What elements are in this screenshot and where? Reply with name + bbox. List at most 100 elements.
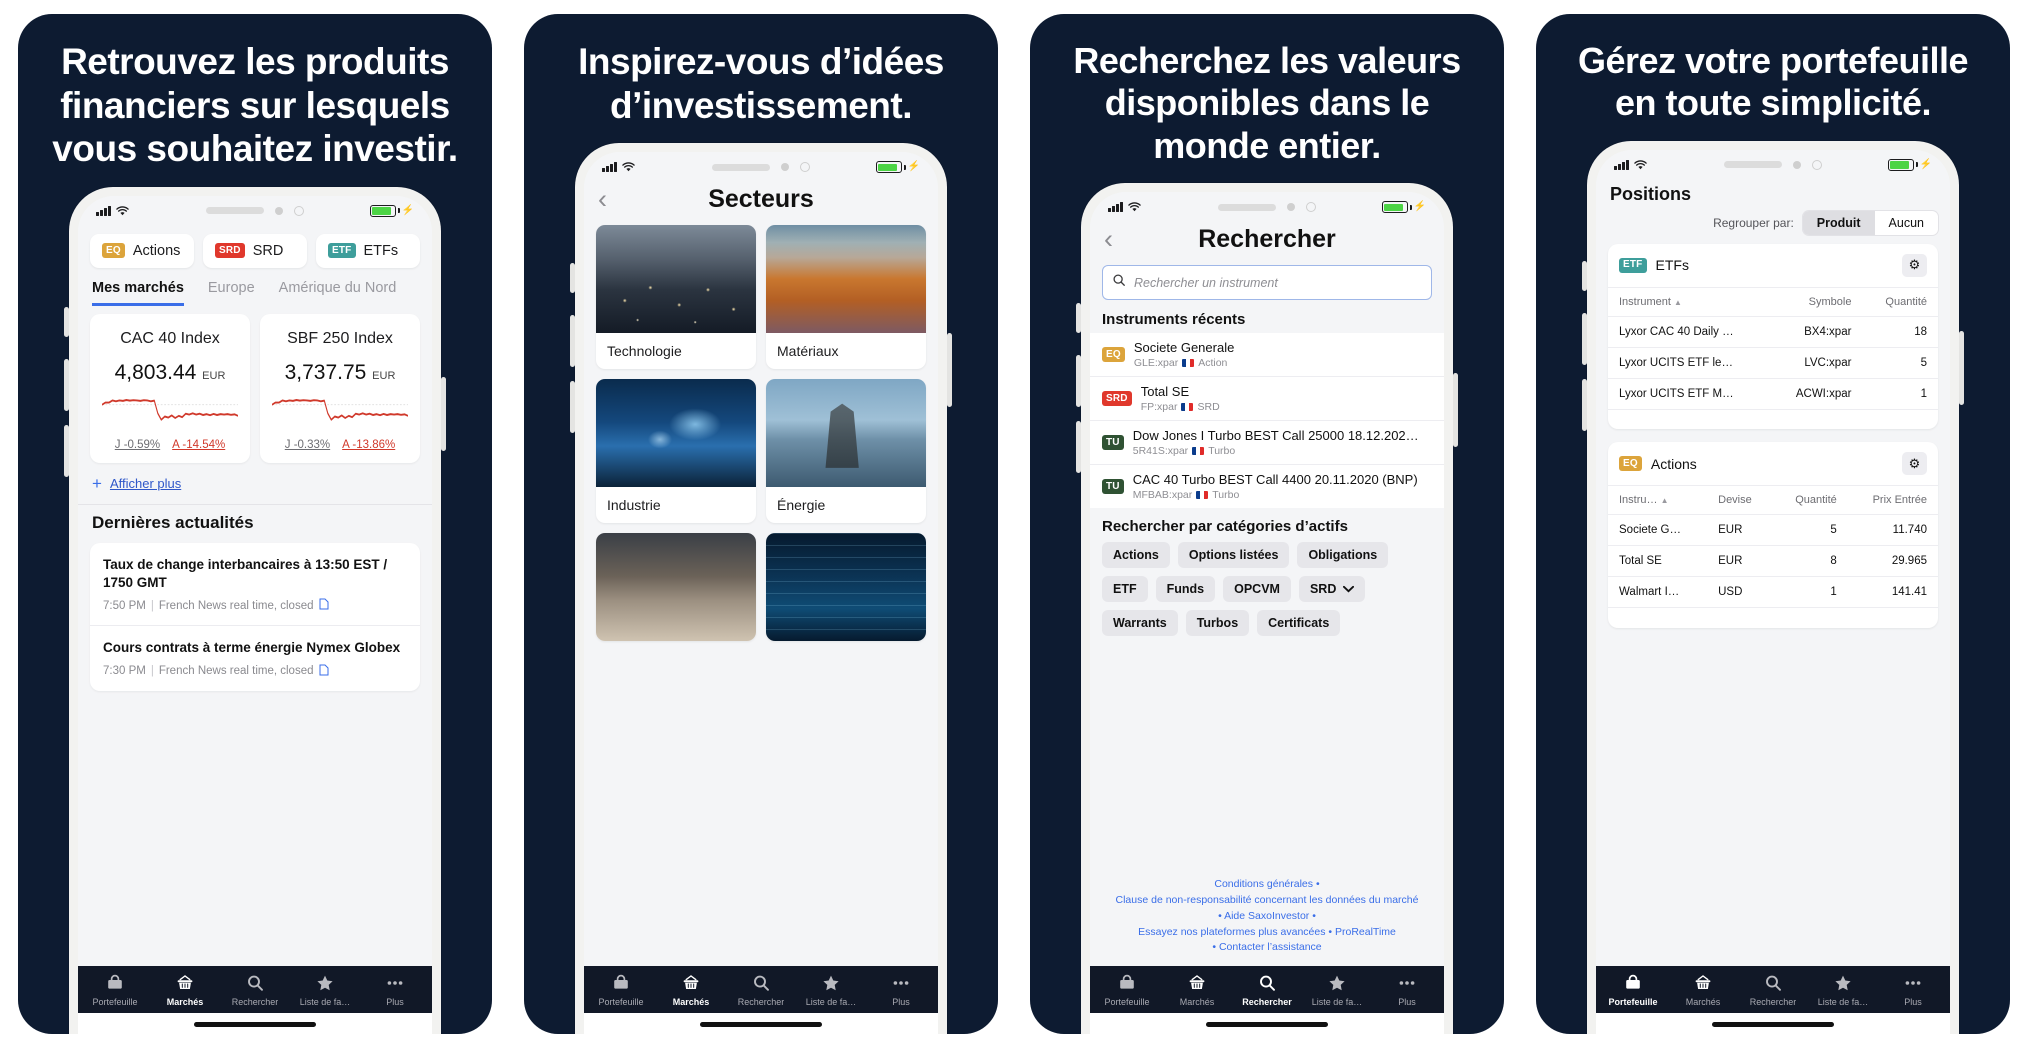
chip-certificats[interactable]: Certificats bbox=[1257, 610, 1341, 637]
search-box[interactable] bbox=[1102, 265, 1432, 301]
tabbar-item-star[interactable]: Liste de fa… bbox=[1808, 973, 1878, 1007]
result-item[interactable]: SRD Total SE FP:xpar SRD bbox=[1090, 376, 1444, 420]
tabbar-item-basket[interactable]: Marchés bbox=[656, 973, 726, 1007]
category-chip-actions[interactable]: EQ Actions bbox=[90, 233, 194, 268]
index-card[interactable]: SBF 250 Index 3,737.75 EUR J -0.33% A -13.8… bbox=[260, 313, 420, 463]
sector-card[interactable]: Technologie bbox=[596, 225, 756, 370]
tabbar-item-basket[interactable]: Marchés bbox=[1668, 973, 1738, 1007]
news-item[interactable]: Cours contrats à terme énergie Nymex Glo… bbox=[90, 625, 420, 691]
device-side-button[interactable] bbox=[64, 358, 69, 411]
device-side-button[interactable] bbox=[570, 315, 575, 368]
footer-link-prorealtime[interactable]: ProRealTime bbox=[1335, 926, 1396, 938]
tabbar-item-briefcase[interactable]: Portefeuille bbox=[1092, 973, 1162, 1007]
category-chip-srd[interactable]: SRD SRD bbox=[203, 233, 307, 268]
device-side-button[interactable] bbox=[1582, 378, 1587, 431]
device-side-button[interactable] bbox=[1959, 330, 1964, 405]
gear-icon[interactable]: ⚙ bbox=[1902, 452, 1927, 476]
show-more-link[interactable]: Afficher plus bbox=[110, 476, 181, 491]
tabbar-item-basket[interactable]: Marchés bbox=[150, 973, 220, 1007]
tabbar-item-more[interactable]: Plus bbox=[1878, 973, 1948, 1007]
device-side-button[interactable] bbox=[64, 306, 69, 337]
chip-etf[interactable]: ETF bbox=[1102, 576, 1148, 603]
device-side-button[interactable] bbox=[1453, 373, 1458, 448]
tabbar-item-briefcase[interactable]: Portefeuille bbox=[586, 973, 656, 1007]
table-row[interactable]: Walmart I… USD 1 141.41 bbox=[1608, 576, 1938, 608]
chip-turbos[interactable]: Turbos bbox=[1185, 610, 1250, 637]
device-side-button[interactable] bbox=[570, 263, 575, 294]
chip-opcvm[interactable]: OPCVM bbox=[1223, 576, 1291, 603]
tabbar-item-briefcase[interactable]: Portefeuille bbox=[80, 973, 150, 1007]
tabbar-item-more[interactable]: Plus bbox=[1372, 973, 1442, 1007]
chip-warrants[interactable]: Warrants bbox=[1102, 610, 1178, 637]
table-row[interactable]: Societe G… EUR 5 11.740 bbox=[1608, 514, 1938, 546]
sector-card[interactable]: Énergie bbox=[766, 379, 926, 524]
cell: 11.740 bbox=[1847, 514, 1938, 546]
group-by-option-produit[interactable]: Produit bbox=[1802, 210, 1875, 235]
device-side-button[interactable] bbox=[1076, 355, 1081, 408]
tabbar-item-more[interactable]: Plus bbox=[360, 973, 430, 1007]
column-header-instru[interactable]: Instru… ▲ bbox=[1608, 485, 1708, 515]
tabbar-item-star[interactable]: Liste de fa… bbox=[290, 973, 360, 1007]
market-tab-mes-marchés[interactable]: Mes marchés bbox=[92, 280, 184, 306]
tabbar-item-star[interactable]: Liste de fa… bbox=[1302, 973, 1372, 1007]
column-header-quantit[interactable]: Quantité bbox=[1862, 286, 1938, 317]
device-side-button[interactable] bbox=[570, 381, 575, 434]
table-row[interactable]: Lyxor UCITS ETF M… ACWI:xpar 1 bbox=[1608, 377, 1938, 410]
show-more-row[interactable]: + Afficher plus bbox=[78, 465, 432, 504]
gear-icon[interactable]: ⚙ bbox=[1902, 253, 1927, 277]
search-input[interactable] bbox=[1134, 275, 1422, 290]
table-row[interactable]: Lyxor CAC 40 Daily … BX4:xpar 18 bbox=[1608, 315, 1938, 348]
home-indicator[interactable] bbox=[1206, 1022, 1328, 1027]
chip-actions[interactable]: Actions bbox=[1102, 542, 1170, 569]
tabbar-item-search[interactable]: Rechercher bbox=[1738, 973, 1808, 1007]
tabbar-item-search[interactable]: Rechercher bbox=[1232, 973, 1302, 1007]
tabbar-item-search[interactable]: Rechercher bbox=[220, 973, 290, 1007]
chip-obligations[interactable]: Obligations bbox=[1297, 542, 1389, 569]
home-indicator[interactable] bbox=[1712, 1022, 1834, 1027]
device-side-button[interactable] bbox=[441, 376, 446, 451]
sector-card[interactable]: Industrie bbox=[596, 379, 756, 524]
footer-link-disclaimer[interactable]: Clause de non-responsabilité concernant … bbox=[1116, 894, 1419, 906]
back-chevron-icon[interactable]: ‹ bbox=[598, 186, 607, 213]
tabbar-item-briefcase[interactable]: Portefeuille bbox=[1598, 973, 1668, 1007]
home-indicator[interactable] bbox=[700, 1022, 822, 1027]
device-side-button[interactable] bbox=[64, 424, 69, 477]
sector-card[interactable]: Matériaux bbox=[766, 225, 926, 370]
device-side-button[interactable] bbox=[1076, 303, 1081, 334]
footer-link-support[interactable]: Contacter l’assistance bbox=[1219, 941, 1322, 953]
news-item[interactable]: Taux de change interbancaires à 13:50 ES… bbox=[90, 543, 420, 625]
device-side-button[interactable] bbox=[1076, 421, 1081, 474]
chip-srd[interactable]: SRD bbox=[1298, 576, 1366, 603]
table-row[interactable]: Total SE EUR 8 29.965 bbox=[1608, 545, 1938, 577]
column-header-devise[interactable]: Devise bbox=[1707, 485, 1773, 515]
market-tab-europe[interactable]: Europe bbox=[208, 280, 255, 306]
device-side-button[interactable] bbox=[1582, 312, 1587, 365]
result-item[interactable]: TU CAC 40 Turbo BEST Call 4400 20.11.2020… bbox=[1090, 464, 1444, 508]
column-header-symbole[interactable]: Symbole bbox=[1770, 286, 1863, 317]
index-card[interactable]: CAC 40 Index 4,803.44 EUR J -0.59% A -14.54… bbox=[90, 313, 250, 463]
footer-link-platforms[interactable]: Essayez nos plateformes plus avancées bbox=[1138, 926, 1325, 938]
sector-card[interactable] bbox=[766, 533, 926, 642]
chip-options-listées[interactable]: Options listées bbox=[1177, 542, 1290, 569]
category-chip-etfs[interactable]: ETF ETFs bbox=[316, 233, 420, 268]
table-row[interactable]: Lyxor UCITS ETF le… LVC:xpar 5 bbox=[1608, 346, 1938, 379]
column-header-quantit[interactable]: Quantité bbox=[1772, 485, 1848, 515]
tabbar-item-basket[interactable]: Marchés bbox=[1162, 973, 1232, 1007]
column-header-instrument[interactable]: Instrument ▲ bbox=[1608, 286, 1771, 317]
footer-link-help[interactable]: Aide SaxoInvestor bbox=[1224, 910, 1309, 922]
group-by-option-aucun[interactable]: Aucun bbox=[1875, 211, 1938, 235]
chip-funds[interactable]: Funds bbox=[1155, 576, 1216, 603]
home-indicator[interactable] bbox=[194, 1022, 316, 1027]
footer-link-terms[interactable]: Conditions générales bbox=[1214, 878, 1313, 890]
tabbar-item-search[interactable]: Rechercher bbox=[726, 973, 796, 1007]
result-item[interactable]: EQ Societe Generale GLE:xpar Action bbox=[1090, 333, 1444, 376]
market-tab-amérique-du-nord[interactable]: Amérique du Nord bbox=[279, 280, 397, 306]
column-header-prixentre[interactable]: Prix Entrée bbox=[1847, 485, 1938, 515]
device-side-button[interactable] bbox=[1582, 260, 1587, 291]
tabbar-item-star[interactable]: Liste de fa… bbox=[796, 973, 866, 1007]
back-chevron-icon[interactable]: ‹ bbox=[1104, 226, 1113, 253]
device-side-button[interactable] bbox=[947, 333, 952, 408]
result-item[interactable]: TU Dow Jones I Turbo BEST Call 25000 18.1… bbox=[1090, 420, 1444, 464]
sector-card[interactable] bbox=[596, 533, 756, 642]
tabbar-item-more[interactable]: Plus bbox=[866, 973, 936, 1007]
